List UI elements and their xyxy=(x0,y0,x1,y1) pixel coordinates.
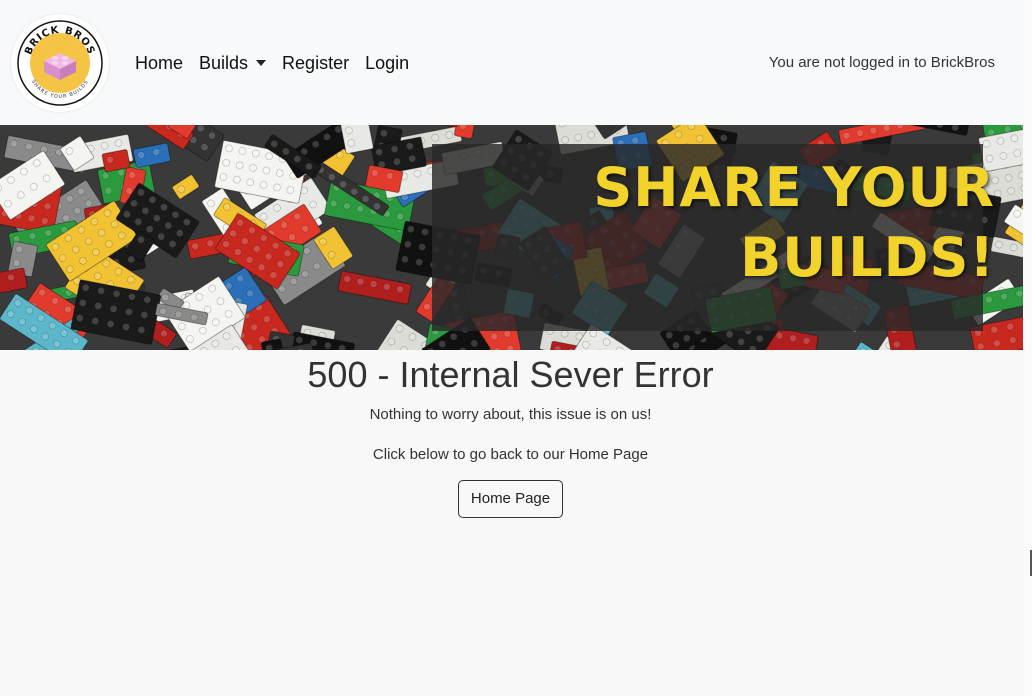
banner-line-1: SHARE YOUR xyxy=(593,156,995,219)
nav-builds-dropdown[interactable]: Builds xyxy=(199,52,267,74)
error-content: 500 - Internal Sever Error Nothing to wo… xyxy=(0,350,1021,518)
error-instruction: Click below to go back to our Home Page xyxy=(372,446,649,463)
nav-links: Home Builds Register Login xyxy=(135,52,425,74)
nav-login-link[interactable]: Login xyxy=(365,52,409,74)
error-message: Nothing to worry about, this issue is on… xyxy=(369,406,652,423)
hero-banner: SHARE YOUR BUILDS! xyxy=(0,125,1023,350)
scrollbar-track[interactable] xyxy=(1023,0,1032,696)
brick-logo-icon: BRICK BROS SHARE YOUR BUILDS xyxy=(17,20,103,106)
login-status-text: You are not logged in to BrickBros xyxy=(768,54,995,71)
nav-home-link[interactable]: Home xyxy=(135,52,183,74)
home-page-button[interactable]: Home Page xyxy=(457,480,564,518)
banner-headline: SHARE YOUR BUILDS! xyxy=(593,153,995,293)
caret-down-icon xyxy=(256,60,267,66)
nav-register-link[interactable]: Register xyxy=(282,52,349,74)
nav-builds-label: Builds xyxy=(199,53,249,73)
navbar: BRICK BROS SHARE YOUR BUILDS Home Builds xyxy=(0,0,1023,125)
page: BRICK BROS SHARE YOUR BUILDS Home Builds xyxy=(0,0,1032,696)
error-title: 500 - Internal Sever Error xyxy=(307,354,714,395)
brand-logo[interactable]: BRICK BROS SHARE YOUR BUILDS xyxy=(11,14,109,112)
banner-line-2: BUILDS! xyxy=(740,226,995,289)
